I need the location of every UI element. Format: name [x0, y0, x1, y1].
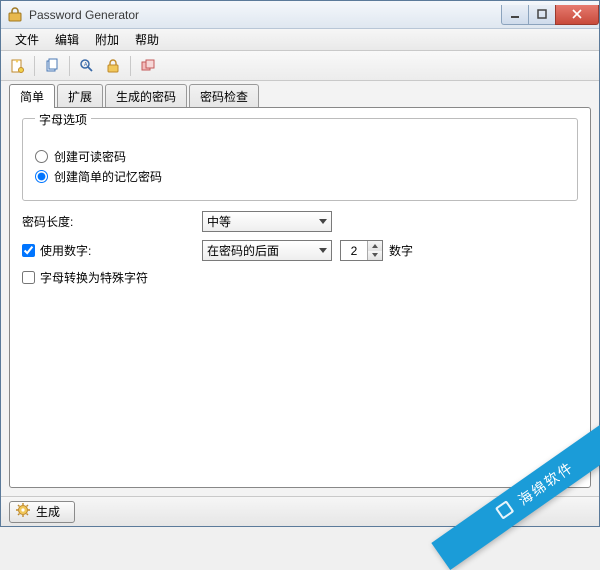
spin-up-button[interactable]	[368, 241, 382, 251]
lock-icon[interactable]	[101, 54, 125, 78]
menubar: 文件 编辑 附加 帮助	[1, 29, 599, 51]
row-letters-special: 字母转换为特殊字符	[22, 269, 578, 286]
letters-special-checkbox[interactable]	[22, 271, 35, 284]
toolbar: A	[1, 51, 599, 81]
window-controls	[502, 5, 599, 25]
copy-icon[interactable]	[40, 54, 64, 78]
use-digits-checkbox[interactable]	[22, 244, 35, 257]
close-button[interactable]	[555, 5, 599, 25]
menu-extra[interactable]: 附加	[87, 29, 127, 50]
digits-count-spinner[interactable]	[340, 240, 383, 261]
window-title: Password Generator	[29, 8, 502, 22]
length-value: 中等	[207, 213, 231, 230]
maximize-button[interactable]	[528, 5, 556, 25]
length-select[interactable]: 中等	[202, 211, 332, 232]
menu-edit[interactable]: 编辑	[47, 29, 87, 50]
radio-readable-label: 创建可读密码	[54, 148, 126, 165]
duplicate-icon[interactable]	[136, 54, 160, 78]
use-digits-label: 使用数字:	[40, 242, 91, 259]
toolbar-separator	[34, 56, 35, 76]
digits-position-select[interactable]: 在密码的后面	[202, 240, 332, 261]
toolbar-separator	[130, 56, 131, 76]
digits-position-value: 在密码的后面	[207, 242, 279, 259]
radio-readable[interactable]	[35, 150, 48, 163]
content-area: 简单 扩展 生成的密码 密码检查 字母选项 创建可读密码 创建简单的记忆密码 密…	[1, 81, 599, 496]
letter-options-group: 字母选项 创建可读密码 创建简单的记忆密码	[22, 118, 578, 201]
tab-generated[interactable]: 生成的密码	[105, 84, 187, 108]
radio-memorable-label: 创建简单的记忆密码	[54, 168, 162, 185]
letter-options-legend: 字母选项	[35, 111, 91, 128]
length-label: 密码长度:	[22, 213, 73, 230]
search-icon[interactable]: A	[75, 54, 99, 78]
digits-suffix: 数字	[389, 242, 413, 259]
generate-button[interactable]: 生成	[9, 501, 75, 523]
spin-down-button[interactable]	[368, 251, 382, 261]
banner-icon	[492, 497, 519, 525]
tab-bar: 简单 扩展 生成的密码 密码检查	[9, 85, 591, 107]
gear-icon	[16, 503, 30, 520]
application-window: Password Generator 文件 编辑 附加 帮助 A	[0, 0, 600, 527]
menu-file[interactable]: 文件	[7, 29, 47, 50]
tab-simple[interactable]: 简单	[9, 84, 55, 108]
new-doc-icon[interactable]	[5, 54, 29, 78]
app-icon	[7, 7, 23, 23]
tab-panel-simple: 字母选项 创建可读密码 创建简单的记忆密码 密码长度: 中等	[9, 107, 591, 488]
minimize-button[interactable]	[501, 5, 529, 25]
letters-special-label: 字母转换为特殊字符	[40, 269, 148, 286]
radio-memorable[interactable]	[35, 170, 48, 183]
digits-count-input[interactable]	[341, 241, 367, 260]
tab-extended[interactable]: 扩展	[57, 84, 103, 108]
generate-button-label: 生成	[36, 503, 60, 520]
menu-help[interactable]: 帮助	[127, 29, 167, 50]
toolbar-separator	[69, 56, 70, 76]
row-use-digits: 使用数字: 在密码的后面 数字	[22, 240, 578, 261]
row-password-length: 密码长度: 中等	[22, 211, 578, 232]
tab-check[interactable]: 密码检查	[189, 84, 259, 108]
titlebar: Password Generator	[1, 1, 599, 29]
